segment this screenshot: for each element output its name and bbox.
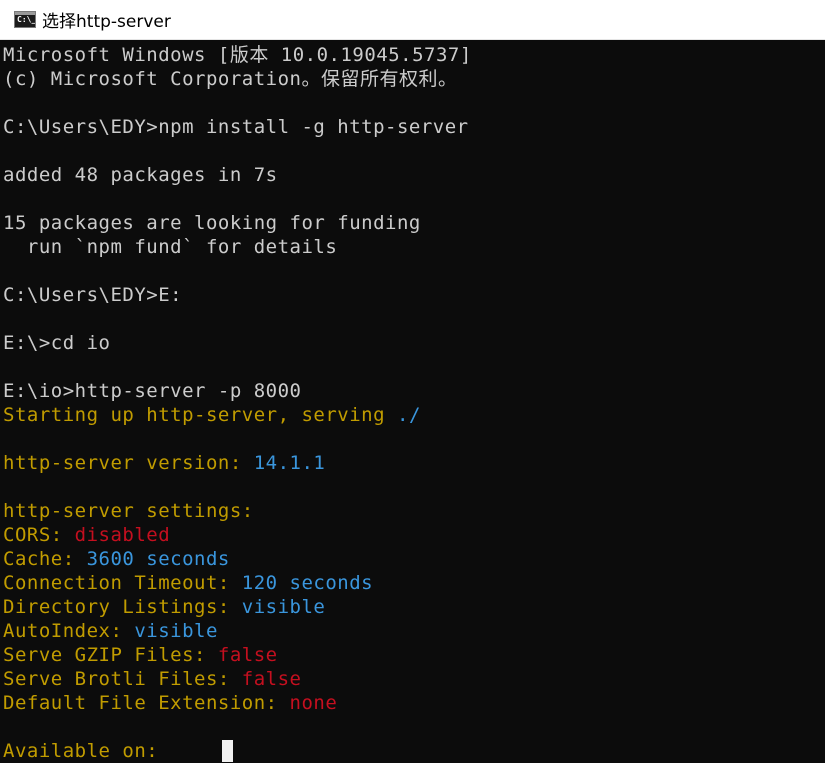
setting-value: false xyxy=(217,644,278,666)
setting-label: Directory Listings: xyxy=(3,596,242,618)
console-line-npm-fund: run `npm fund` for details xyxy=(3,236,338,258)
text-cursor xyxy=(222,740,234,762)
setting-label: AutoIndex: xyxy=(3,620,135,642)
setting-connection-timeout: Connection Timeout: 120 seconds xyxy=(3,571,373,595)
setting-default-extension: Default File Extension: none xyxy=(3,691,337,715)
console-line-change-drive: C:\Users\EDY>E: xyxy=(3,284,183,306)
setting-serve-gzip: Serve GZIP Files: false xyxy=(3,643,278,667)
setting-serve-brotli: Serve Brotli Files: false xyxy=(3,667,301,691)
setting-value: 3600 seconds xyxy=(86,548,230,570)
console-line-cd: E:\>cd io xyxy=(3,332,111,354)
setting-label: Connection Timeout: xyxy=(3,572,242,594)
setting-value: false xyxy=(241,668,302,690)
console-line-npm-install: C:\Users\EDY>npm install -g http-server xyxy=(3,116,469,138)
setting-label: CORS: xyxy=(3,524,75,546)
available-label: Available on: xyxy=(3,740,159,762)
setting-label: Cache: xyxy=(3,548,87,570)
version-value: 14.1.1 xyxy=(253,452,326,474)
setting-cors: CORS: disabled xyxy=(3,523,170,547)
icon-glyph: C:\_ xyxy=(17,15,36,24)
setting-label: Serve GZIP Files: xyxy=(3,644,218,666)
console-line-settings-header: http-server settings: xyxy=(3,500,266,522)
version-label: http-server version: xyxy=(3,452,254,474)
console-line-version: Microsoft Windows [版本 10.0.19045.5737] xyxy=(3,44,472,66)
setting-label: Serve Brotli Files: xyxy=(3,668,242,690)
cmd-window: C:\_ 选择http-server Microsoft Windows [版本… xyxy=(0,0,825,763)
starting-text: Starting up http-server, serving xyxy=(3,404,397,426)
console-line-available: Available on: xyxy=(3,739,234,763)
command-prompt-icon: C:\_ xyxy=(14,11,36,28)
setting-value: 120 seconds xyxy=(241,572,374,594)
setting-autoindex: AutoIndex: visible xyxy=(3,619,218,643)
setting-value: visible xyxy=(241,596,326,618)
console-line-http-server-cmd: E:\io>http-server -p 8000 xyxy=(3,380,302,402)
setting-value: disabled xyxy=(74,524,171,546)
console-line-starting: Starting up http-server, serving ./ xyxy=(3,403,421,427)
console-line-added-packages: added 48 packages in 7s xyxy=(3,164,278,186)
window-title: 选择http-server xyxy=(42,12,171,32)
setting-label: Default File Extension: xyxy=(3,692,290,714)
setting-directory-listings: Directory Listings: visible xyxy=(3,595,325,619)
title-bar[interactable]: C:\_ 选择http-server xyxy=(0,0,825,40)
setting-value: none xyxy=(289,692,338,714)
setting-cache: Cache: 3600 seconds xyxy=(3,547,230,571)
setting-value: visible xyxy=(134,620,218,642)
console-line-copyright: (c) Microsoft Corporation。保留所有权利。 xyxy=(3,68,458,90)
console-line-funding: 15 packages are looking for funding xyxy=(3,212,421,234)
serving-path: ./ xyxy=(397,404,421,426)
console-line-server-version: http-server version: 14.1.1 xyxy=(3,451,325,475)
console-output[interactable]: Microsoft Windows [版本 10.0.19045.5737] (… xyxy=(0,40,825,763)
